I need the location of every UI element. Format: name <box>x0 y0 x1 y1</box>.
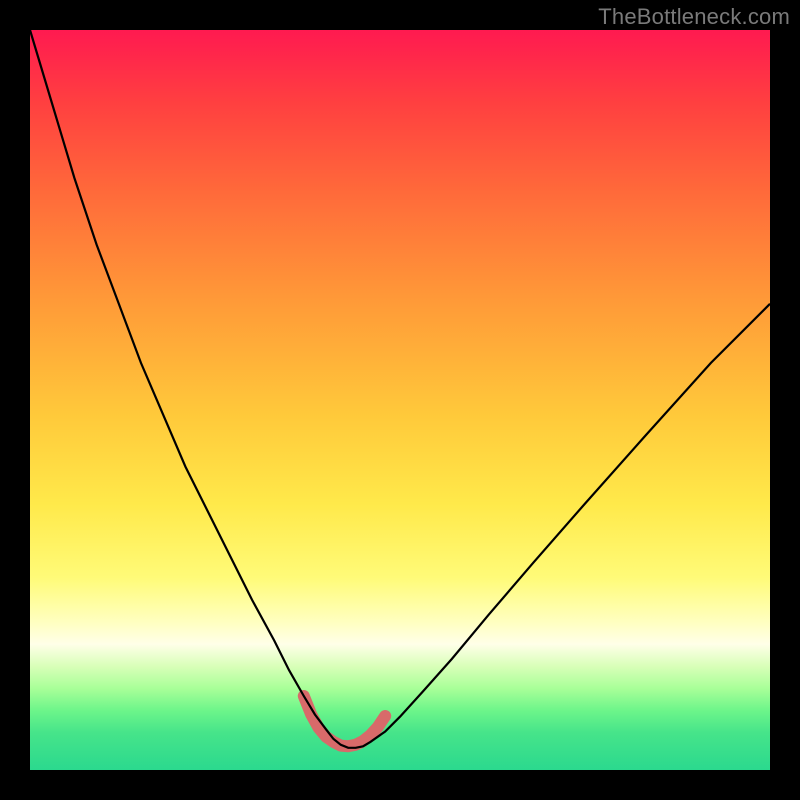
chart-frame: TheBottleneck.com <box>0 0 800 800</box>
watermark-text: TheBottleneck.com <box>598 4 790 30</box>
chart-svg <box>30 30 770 770</box>
plot-area <box>30 30 770 770</box>
bottleneck-curve <box>30 30 770 748</box>
